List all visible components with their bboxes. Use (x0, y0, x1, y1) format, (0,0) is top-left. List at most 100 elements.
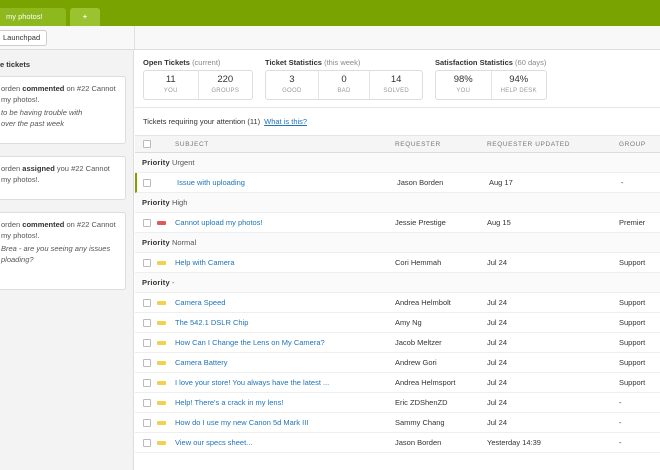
stat-cell[interactable]: 220 GROUPS (199, 71, 253, 99)
activity-target: you #22 Cannot (56, 164, 110, 173)
tab-my-photos[interactable]: my photos! (0, 8, 66, 26)
ticket-subject-link[interactable]: Help with Camera (175, 253, 235, 273)
stat-cell[interactable]: 11 YOU (144, 71, 199, 99)
row-checkbox[interactable] (143, 219, 151, 227)
ticket-subject-link[interactable]: How Can I Change the Lens on My Camera? (175, 333, 325, 353)
ticket-subject-link[interactable]: View our specs sheet... (175, 433, 252, 453)
ticket-group: Support (619, 338, 646, 347)
column-header-group[interactable]: GROUP (619, 136, 646, 153)
stat-cell[interactable]: 14 SOLVED (370, 71, 422, 99)
stat-label: YOU (456, 88, 471, 94)
table-row[interactable]: The 542.1 DSLR Chip Amy Ng Jul 24 Support (135, 313, 660, 333)
column-header-updated[interactable]: REQUESTER UPDATED (487, 136, 570, 153)
ticket-updated: Jul 24 (487, 418, 508, 427)
row-checkbox[interactable] (143, 299, 151, 307)
priority-indicator-icon (157, 361, 166, 365)
stat-value: 0 (341, 74, 347, 85)
ticket-group: Support (619, 258, 646, 267)
priority-indicator-icon (157, 261, 166, 265)
row-checkbox[interactable] (143, 179, 151, 187)
table-row[interactable]: Camera Speed Andrea Helmbolt Jul 24 Support (135, 293, 660, 313)
stat-value: 14 (390, 74, 402, 85)
stat-cell[interactable]: 0 BAD (319, 71, 371, 99)
row-checkbox[interactable] (143, 419, 151, 427)
activity-action: assigned (22, 164, 55, 173)
select-all-checkbox[interactable] (143, 140, 151, 148)
stat-label: GROUPS (211, 88, 240, 94)
table-row[interactable]: Cannot upload my photos! Jessie Prestige… (135, 213, 660, 233)
table-row[interactable]: Help with Camera Cori Hemmah Jul 24 Supp… (135, 253, 660, 273)
stat-note: (60 days) (515, 58, 547, 67)
table-row[interactable]: View our specs sheet... Jason Borden Yeste… (135, 433, 660, 453)
stat-label: GOOD (282, 88, 302, 94)
activity-target-line: my photos!. (1, 175, 40, 184)
activity-target-line: my photos!. (1, 95, 40, 104)
ticket-subject-link[interactable]: Camera Battery (175, 353, 228, 373)
ticket-subject-link[interactable]: Cannot upload my photos! (175, 213, 263, 233)
table-row[interactable]: Help! There's a crack in my lens! Eric ZD… (135, 393, 660, 413)
stat-cell[interactable]: 94% HELP DESK (492, 71, 547, 99)
activity-item[interactable]: orden commented on #22 Cannot my photos!… (0, 76, 126, 144)
priority-label: Priority (142, 278, 170, 287)
activity-user: orden (1, 164, 21, 173)
ticket-group: - (619, 438, 622, 447)
table-row[interactable]: Camera Battery Andrew Gori Jul 24 Support (135, 353, 660, 373)
toolbar: Launchpad (0, 26, 660, 50)
priority-value: Urgent (171, 158, 195, 167)
ticket-subject-link[interactable]: How do I use my new Canon 5d Mark III (175, 413, 308, 433)
ticket-updated: Aug 15 (487, 218, 511, 227)
column-header-requester[interactable]: REQUESTER (395, 136, 441, 153)
stat-title: Open Tickets (143, 58, 190, 67)
stat-value: 3 (289, 74, 295, 85)
ticket-requester: Andrea Helmsport (395, 378, 456, 387)
priority-indicator-icon (157, 341, 166, 345)
ticket-subject-link[interactable]: The 542.1 DSLR Chip (175, 313, 248, 333)
activity-item[interactable]: orden assigned you #22 Cannot my photos!… (0, 156, 126, 200)
activity-sidebar: e tickets orden commented on #22 Cannot … (0, 50, 134, 470)
activity-action: commented (22, 84, 65, 93)
stat-title: Satisfaction Statistics (435, 58, 513, 67)
row-checkbox[interactable] (143, 319, 151, 327)
ticket-subject-link[interactable]: Camera Speed (175, 293, 225, 313)
activity-quote: Brea - are you seeing any issues (1, 244, 111, 253)
ticket-statistics: Ticket Statistics (this week) 3 GOOD 0 BAD… (265, 58, 423, 100)
activity-quote: ploading? (1, 255, 34, 264)
top-bar: my photos! + add (0, 0, 660, 39)
ticket-requester: Andrea Helmbolt (395, 298, 451, 307)
row-checkbox[interactable] (143, 339, 151, 347)
row-checkbox[interactable] (143, 399, 151, 407)
stat-note: (current) (192, 58, 221, 67)
table-row[interactable]: I love your store! You always have the l… (135, 373, 660, 393)
priority-indicator-icon (157, 321, 166, 325)
row-checkbox[interactable] (143, 259, 151, 267)
table-row[interactable]: How Can I Change the Lens on My Camera? J… (135, 333, 660, 353)
stat-cell[interactable]: 98% YOU (436, 71, 492, 99)
tickets-table: SUBJECT REQUESTER REQUESTER UPDATED GROU… (135, 136, 660, 453)
stat-value: 98% (453, 74, 473, 85)
priority-label: Priority (142, 238, 170, 247)
ticket-subject-link[interactable]: Issue with uploading (177, 173, 245, 193)
what-is-this-link[interactable]: What is this? (264, 117, 307, 126)
sidebar-heading: e tickets (0, 60, 31, 69)
ticket-requester: Amy Ng (395, 318, 422, 327)
column-header-subject[interactable]: SUBJECT (175, 136, 209, 153)
activity-item[interactable]: orden commented on #22 Cannot my photos!… (0, 212, 126, 290)
activity-user: orden (1, 84, 21, 93)
add-tab-button[interactable]: + add (70, 8, 100, 39)
ticket-updated: Yesterday 14:39 (487, 438, 541, 447)
ticket-group: - (619, 418, 622, 427)
ticket-subject-link[interactable]: I love your store! You always have the l… (175, 373, 329, 393)
ticket-updated: Jul 24 (487, 318, 508, 327)
row-checkbox[interactable] (143, 439, 151, 447)
table-row[interactable]: How do I use my new Canon 5d Mark III Sam… (135, 413, 660, 433)
row-checkbox[interactable] (143, 359, 151, 367)
stat-label: HELP DESK (500, 88, 537, 94)
activity-target: on #22 Cannot (66, 84, 116, 93)
ticket-subject-link[interactable]: Help! There's a crack in my lens! (175, 393, 283, 413)
ticket-group: Support (619, 378, 646, 387)
stat-cell[interactable]: 3 GOOD (266, 71, 319, 99)
table-row[interactable]: Issue with uploading Jason Borden Aug 17… (135, 173, 660, 193)
priority-value: Normal (171, 238, 197, 247)
row-checkbox[interactable] (143, 379, 151, 387)
launchpad-button[interactable]: Launchpad (0, 30, 48, 46)
